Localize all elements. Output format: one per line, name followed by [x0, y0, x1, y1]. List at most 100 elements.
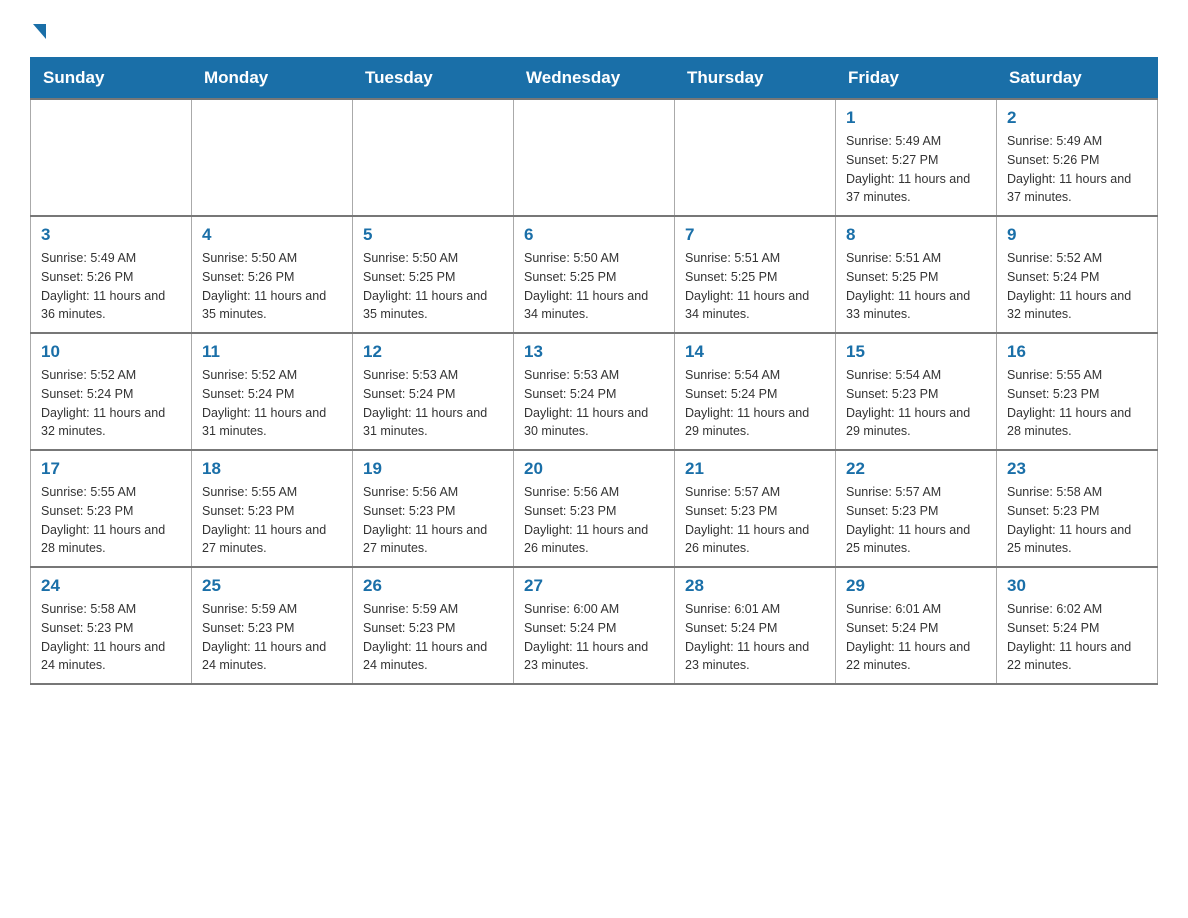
day-info: Sunrise: 5:49 AM Sunset: 5:26 PM Dayligh… — [1007, 132, 1147, 207]
page-header — [30, 20, 1158, 37]
day-info: Sunrise: 5:53 AM Sunset: 5:24 PM Dayligh… — [363, 366, 503, 441]
logo-arrow-icon — [33, 24, 46, 39]
day-info: Sunrise: 6:02 AM Sunset: 5:24 PM Dayligh… — [1007, 600, 1147, 675]
calendar-week-row: 1 Sunrise: 5:49 AM Sunset: 5:27 PM Daylig… — [31, 99, 1158, 216]
day-info: Sunrise: 5:52 AM Sunset: 5:24 PM Dayligh… — [202, 366, 342, 441]
day-number: 7 — [685, 225, 825, 245]
calendar-cell: 18 Sunrise: 5:55 AM Sunset: 5:23 PM Dayli… — [192, 450, 353, 567]
day-info: Sunrise: 5:59 AM Sunset: 5:23 PM Dayligh… — [202, 600, 342, 675]
calendar-cell: 24 Sunrise: 5:58 AM Sunset: 5:23 PM Dayli… — [31, 567, 192, 684]
day-info: Sunrise: 5:57 AM Sunset: 5:23 PM Dayligh… — [846, 483, 986, 558]
day-info: Sunrise: 5:52 AM Sunset: 5:24 PM Dayligh… — [41, 366, 181, 441]
day-number: 12 — [363, 342, 503, 362]
calendar-cell: 22 Sunrise: 5:57 AM Sunset: 5:23 PM Dayli… — [836, 450, 997, 567]
calendar-cell: 6Sunrise: 5:50 AM Sunset: 5:25 PM Daylig… — [514, 216, 675, 333]
day-number: 4 — [202, 225, 342, 245]
day-info: Sunrise: 5:50 AM Sunset: 5:25 PM Dayligh… — [524, 249, 664, 324]
calendar-cell: 7 Sunrise: 5:51 AM Sunset: 5:25 PM Daylig… — [675, 216, 836, 333]
day-info: Sunrise: 5:58 AM Sunset: 5:23 PM Dayligh… — [41, 600, 181, 675]
day-number: 25 — [202, 576, 342, 596]
day-number: 17 — [41, 459, 181, 479]
calendar-cell: 16 Sunrise: 5:55 AM Sunset: 5:23 PM Dayli… — [997, 333, 1158, 450]
day-of-week-header: Sunday — [31, 58, 192, 100]
day-number: 30 — [1007, 576, 1147, 596]
calendar-cell: 19 Sunrise: 5:56 AM Sunset: 5:23 PM Dayli… — [353, 450, 514, 567]
day-info: Sunrise: 5:56 AM Sunset: 5:23 PM Dayligh… — [363, 483, 503, 558]
calendar-cell: 1 Sunrise: 5:49 AM Sunset: 5:27 PM Daylig… — [836, 99, 997, 216]
calendar-week-row: 3 Sunrise: 5:49 AM Sunset: 5:26 PM Daylig… — [31, 216, 1158, 333]
calendar-cell: 14 Sunrise: 5:54 AM Sunset: 5:24 PM Dayli… — [675, 333, 836, 450]
day-info: Sunrise: 6:00 AM Sunset: 5:24 PM Dayligh… — [524, 600, 664, 675]
calendar-cell — [675, 99, 836, 216]
calendar-week-row: 17 Sunrise: 5:55 AM Sunset: 5:23 PM Dayli… — [31, 450, 1158, 567]
day-info: Sunrise: 5:55 AM Sunset: 5:23 PM Dayligh… — [202, 483, 342, 558]
calendar-week-row: 10 Sunrise: 5:52 AM Sunset: 5:24 PM Dayli… — [31, 333, 1158, 450]
calendar-cell: 4 Sunrise: 5:50 AM Sunset: 5:26 PM Daylig… — [192, 216, 353, 333]
calendar-cell — [353, 99, 514, 216]
day-of-week-header: Saturday — [997, 58, 1158, 100]
day-of-week-header: Wednesday — [514, 58, 675, 100]
day-number: 9 — [1007, 225, 1147, 245]
day-info: Sunrise: 5:59 AM Sunset: 5:23 PM Dayligh… — [363, 600, 503, 675]
day-of-week-header: Monday — [192, 58, 353, 100]
calendar-header-row: SundayMondayTuesdayWednesdayThursdayFrid… — [31, 58, 1158, 100]
calendar-cell: 20 Sunrise: 5:56 AM Sunset: 5:23 PM Dayli… — [514, 450, 675, 567]
calendar-cell — [514, 99, 675, 216]
calendar-cell: 21 Sunrise: 5:57 AM Sunset: 5:23 PM Dayli… — [675, 450, 836, 567]
calendar-cell: 15Sunrise: 5:54 AM Sunset: 5:23 PM Dayli… — [836, 333, 997, 450]
day-info: Sunrise: 5:51 AM Sunset: 5:25 PM Dayligh… — [685, 249, 825, 324]
day-number: 3 — [41, 225, 181, 245]
day-number: 27 — [524, 576, 664, 596]
day-number: 22 — [846, 459, 986, 479]
day-number: 28 — [685, 576, 825, 596]
day-info: Sunrise: 5:53 AM Sunset: 5:24 PM Dayligh… — [524, 366, 664, 441]
calendar-cell: 12 Sunrise: 5:53 AM Sunset: 5:24 PM Dayli… — [353, 333, 514, 450]
calendar-cell: 17 Sunrise: 5:55 AM Sunset: 5:23 PM Dayli… — [31, 450, 192, 567]
calendar-cell: 26 Sunrise: 5:59 AM Sunset: 5:23 PM Dayli… — [353, 567, 514, 684]
day-info: Sunrise: 5:56 AM Sunset: 5:23 PM Dayligh… — [524, 483, 664, 558]
calendar-cell: 9 Sunrise: 5:52 AM Sunset: 5:24 PM Daylig… — [997, 216, 1158, 333]
logo — [30, 20, 46, 37]
day-info: Sunrise: 5:57 AM Sunset: 5:23 PM Dayligh… — [685, 483, 825, 558]
day-info: Sunrise: 5:50 AM Sunset: 5:25 PM Dayligh… — [363, 249, 503, 324]
calendar-cell: 30 Sunrise: 6:02 AM Sunset: 5:24 PM Dayli… — [997, 567, 1158, 684]
day-info: Sunrise: 5:55 AM Sunset: 5:23 PM Dayligh… — [41, 483, 181, 558]
day-info: Sunrise: 6:01 AM Sunset: 5:24 PM Dayligh… — [685, 600, 825, 675]
day-info: Sunrise: 5:52 AM Sunset: 5:24 PM Dayligh… — [1007, 249, 1147, 324]
day-info: Sunrise: 5:49 AM Sunset: 5:27 PM Dayligh… — [846, 132, 986, 207]
day-of-week-header: Friday — [836, 58, 997, 100]
day-number: 26 — [363, 576, 503, 596]
day-info: Sunrise: 5:49 AM Sunset: 5:26 PM Dayligh… — [41, 249, 181, 324]
calendar-cell: 29Sunrise: 6:01 AM Sunset: 5:24 PM Dayli… — [836, 567, 997, 684]
day-number: 23 — [1007, 459, 1147, 479]
calendar-cell — [192, 99, 353, 216]
calendar-cell: 25 Sunrise: 5:59 AM Sunset: 5:23 PM Dayli… — [192, 567, 353, 684]
day-info: Sunrise: 5:54 AM Sunset: 5:24 PM Dayligh… — [685, 366, 825, 441]
calendar-cell: 23 Sunrise: 5:58 AM Sunset: 5:23 PM Dayli… — [997, 450, 1158, 567]
calendar-cell: 13 Sunrise: 5:53 AM Sunset: 5:24 PM Dayli… — [514, 333, 675, 450]
day-number: 13 — [524, 342, 664, 362]
day-number: 1 — [846, 108, 986, 128]
day-number: 19 — [363, 459, 503, 479]
calendar-cell: 5Sunrise: 5:50 AM Sunset: 5:25 PM Daylig… — [353, 216, 514, 333]
day-info: Sunrise: 6:01 AM Sunset: 5:24 PM Dayligh… — [846, 600, 986, 675]
calendar-cell: 2Sunrise: 5:49 AM Sunset: 5:26 PM Daylig… — [997, 99, 1158, 216]
day-number: 18 — [202, 459, 342, 479]
calendar-table: SundayMondayTuesdayWednesdayThursdayFrid… — [30, 57, 1158, 685]
calendar-cell: 10 Sunrise: 5:52 AM Sunset: 5:24 PM Dayli… — [31, 333, 192, 450]
day-number: 10 — [41, 342, 181, 362]
day-number: 16 — [1007, 342, 1147, 362]
day-number: 14 — [685, 342, 825, 362]
day-info: Sunrise: 5:55 AM Sunset: 5:23 PM Dayligh… — [1007, 366, 1147, 441]
calendar-cell: 28 Sunrise: 6:01 AM Sunset: 5:24 PM Dayli… — [675, 567, 836, 684]
day-info: Sunrise: 5:54 AM Sunset: 5:23 PM Dayligh… — [846, 366, 986, 441]
day-number: 24 — [41, 576, 181, 596]
day-number: 21 — [685, 459, 825, 479]
day-info: Sunrise: 5:58 AM Sunset: 5:23 PM Dayligh… — [1007, 483, 1147, 558]
day-number: 20 — [524, 459, 664, 479]
day-number: 11 — [202, 342, 342, 362]
day-of-week-header: Thursday — [675, 58, 836, 100]
calendar-cell — [31, 99, 192, 216]
day-info: Sunrise: 5:50 AM Sunset: 5:26 PM Dayligh… — [202, 249, 342, 324]
day-of-week-header: Tuesday — [353, 58, 514, 100]
